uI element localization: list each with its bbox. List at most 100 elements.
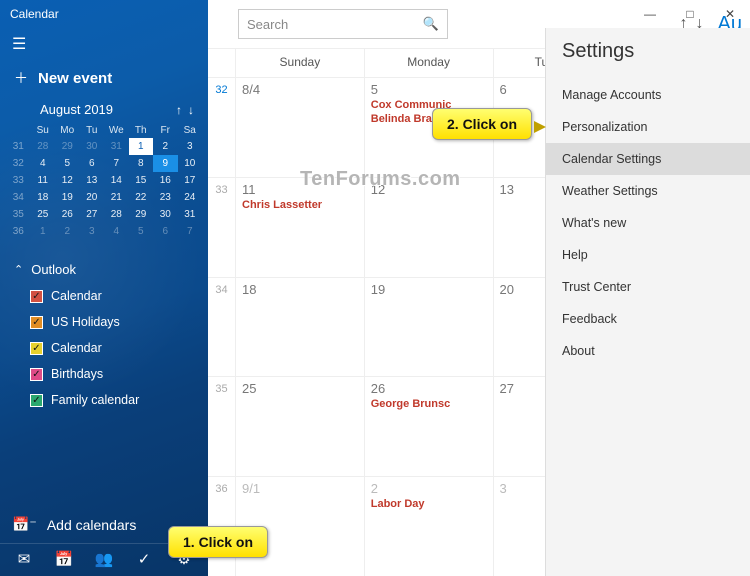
mini-calendar-day[interactable]: 15 <box>129 172 154 189</box>
mini-calendar-day[interactable]: 27 <box>80 206 105 223</box>
calendar-toggle[interactable]: ✓US Holidays <box>6 309 202 335</box>
people-icon[interactable]: 👥 <box>90 550 118 568</box>
mini-calendar-day[interactable]: 5 <box>129 223 154 240</box>
calendar-label: Calendar <box>51 341 102 355</box>
mini-calendar-month[interactable]: August 2019 <box>40 102 113 117</box>
settings-item[interactable]: Feedback <box>546 303 750 335</box>
mini-calendar-day[interactable]: 1 <box>129 138 154 155</box>
calendar-toggle[interactable]: ✓Family calendar <box>6 387 202 413</box>
mini-calendar-day[interactable]: 28 <box>104 206 129 223</box>
mini-calendar-day[interactable]: 31 <box>178 206 203 223</box>
mini-calendar-day[interactable]: 28 <box>31 138 56 155</box>
week-number: 34 <box>208 278 236 377</box>
mini-calendar-day[interactable]: 16 <box>153 172 178 189</box>
checkbox-icon: ✓ <box>30 290 43 303</box>
week-number: 32 <box>208 78 236 177</box>
mini-calendar-day[interactable]: 31 <box>104 138 129 155</box>
mini-calendar-day[interactable]: 2 <box>153 138 178 155</box>
maximize-button[interactable]: □ <box>670 0 710 28</box>
settings-item[interactable]: About <box>546 335 750 367</box>
mini-calendar-day[interactable]: 29 <box>55 138 80 155</box>
chevron-up-icon: ⌃ <box>14 263 23 276</box>
mini-calendar-day[interactable]: 21 <box>104 189 129 206</box>
mini-calendar-day[interactable]: 30 <box>153 206 178 223</box>
mini-calendar-day[interactable]: 14 <box>104 172 129 189</box>
mini-calendar-day[interactable]: 18 <box>31 189 56 206</box>
date-number: 11 <box>242 182 358 197</box>
calendar-cell[interactable]: 18 <box>236 278 365 377</box>
event-item[interactable]: Chris Lassetter <box>242 199 358 211</box>
mini-calendar-day[interactable]: 17 <box>178 172 203 189</box>
mini-calendar-day[interactable]: 20 <box>80 189 105 206</box>
new-event-button[interactable]: ＋ New event <box>0 58 208 98</box>
date-number: 18 <box>242 282 358 297</box>
todo-icon[interactable]: ✓ <box>130 550 158 568</box>
checkbox-icon: ✓ <box>30 316 43 329</box>
mini-calendar-day[interactable]: 9 <box>153 155 178 172</box>
settings-item[interactable]: Personalization <box>546 111 750 143</box>
settings-item[interactable]: Manage Accounts <box>546 79 750 111</box>
settings-item[interactable]: Trust Center <box>546 271 750 303</box>
date-number: 2 <box>371 481 487 496</box>
mini-calendar-day[interactable]: 10 <box>178 155 203 172</box>
mini-calendar-day[interactable]: 5 <box>55 155 80 172</box>
calendar-cell[interactable]: 2 Labor Day <box>365 477 494 576</box>
settings-item[interactable]: What's new <box>546 207 750 239</box>
app-title: Calendar <box>0 0 208 28</box>
prev-month-button[interactable]: ↑ <box>176 103 182 117</box>
mini-calendar-day[interactable]: 25 <box>31 206 56 223</box>
minimize-button[interactable]: — <box>630 0 670 28</box>
mini-calendar-day[interactable]: 1 <box>31 223 56 240</box>
settings-item[interactable]: Weather Settings <box>546 175 750 207</box>
mini-calendar-day[interactable]: 13 <box>80 172 105 189</box>
search-input[interactable]: Search 🔍 <box>238 9 448 39</box>
mini-calendar-day[interactable]: 6 <box>80 155 105 172</box>
mini-calendar-day[interactable]: 26 <box>55 206 80 223</box>
hamburger-menu-button[interactable]: ☰ <box>0 28 208 58</box>
calendar-toggle[interactable]: ✓Calendar <box>6 335 202 361</box>
mini-calendar-day[interactable]: 24 <box>178 189 203 206</box>
calendar-cell[interactable]: 25 <box>236 377 365 476</box>
date-number: 9/1 <box>242 481 358 496</box>
calendar-cell[interactable]: 11 Chris Lassetter <box>236 178 365 277</box>
settings-item[interactable]: Help <box>546 239 750 271</box>
date-number: 8/4 <box>242 82 358 97</box>
mini-calendar-day[interactable]: 22 <box>129 189 154 206</box>
search-placeholder: Search <box>247 17 288 32</box>
mini-calendar-day[interactable]: 6 <box>153 223 178 240</box>
mail-icon[interactable]: ✉ <box>10 550 38 568</box>
day-header: Monday <box>365 49 494 77</box>
mini-calendar-day[interactable]: 2 <box>55 223 80 240</box>
event-item[interactable]: Labor Day <box>371 498 487 510</box>
mini-calendar-day[interactable]: 8 <box>129 155 154 172</box>
mini-calendar-day[interactable]: 3 <box>80 223 105 240</box>
mini-calendar-day[interactable]: 4 <box>104 223 129 240</box>
mini-calendar-day[interactable]: 11 <box>31 172 56 189</box>
calendar-cell[interactable]: 19 <box>365 278 494 377</box>
mini-calendar-day[interactable]: 7 <box>178 223 203 240</box>
calendar-toggle[interactable]: ✓Birthdays <box>6 361 202 387</box>
mini-calendar-day[interactable]: 12 <box>55 172 80 189</box>
settings-item[interactable]: Calendar Settings <box>546 143 750 175</box>
calendar-cell[interactable]: 12 <box>365 178 494 277</box>
close-button[interactable]: ✕ <box>710 0 750 28</box>
mini-calendar-day[interactable]: 4 <box>31 155 56 172</box>
calendar-toggle[interactable]: ✓Calendar <box>6 283 202 309</box>
mini-calendar-day[interactable]: 23 <box>153 189 178 206</box>
week-number: 35 <box>208 377 236 476</box>
date-number: 5 <box>371 82 487 97</box>
mini-calendar-day[interactable]: 19 <box>55 189 80 206</box>
calendar-cell[interactable]: 8/4 <box>236 78 365 177</box>
account-toggle[interactable]: ⌃ Outlook <box>6 256 202 283</box>
window-controls: — □ ✕ <box>630 0 750 28</box>
date-number: 19 <box>371 282 487 297</box>
new-event-label: New event <box>38 70 112 87</box>
mini-calendar-day[interactable]: 29 <box>129 206 154 223</box>
next-month-button[interactable]: ↓ <box>188 103 194 117</box>
mini-calendar-day[interactable]: 3 <box>178 138 203 155</box>
calendar-icon[interactable]: 📅 <box>50 550 78 568</box>
event-item[interactable]: George Brunsc <box>371 398 487 410</box>
calendar-cell[interactable]: 26George Brunsc <box>365 377 494 476</box>
mini-calendar-day[interactable]: 7 <box>104 155 129 172</box>
mini-calendar-day[interactable]: 30 <box>80 138 105 155</box>
